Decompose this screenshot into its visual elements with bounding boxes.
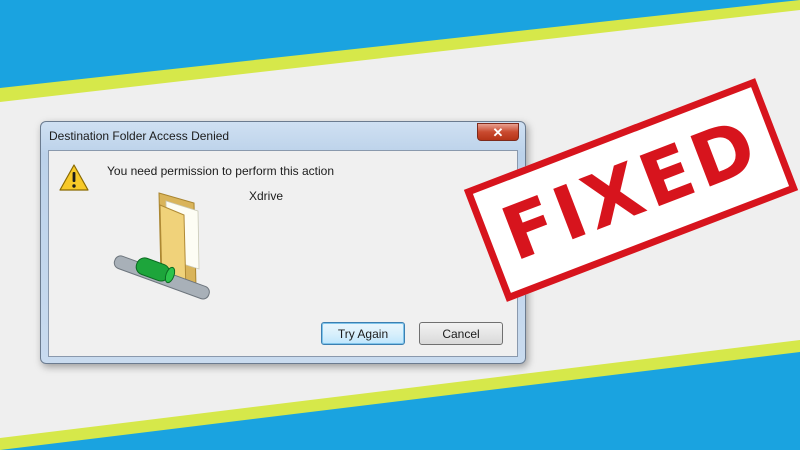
item-name: Xdrive bbox=[249, 189, 284, 203]
try-again-button[interactable]: Try Again bbox=[321, 322, 405, 345]
permission-message: You need permission to perform this acti… bbox=[107, 164, 335, 178]
folder-network-icon bbox=[113, 192, 210, 300]
dialog-title: Destination Folder Access Denied bbox=[49, 129, 230, 143]
dialog-titlebar: Destination Folder Access Denied ✕ bbox=[41, 122, 525, 150]
close-icon: ✕ bbox=[492, 124, 504, 140]
warning-icon bbox=[59, 164, 89, 191]
cancel-button[interactable]: Cancel bbox=[419, 322, 503, 345]
access-denied-dialog: Destination Folder Access Denied ✕ You n… bbox=[40, 121, 526, 364]
dialog-body: You need permission to perform this acti… bbox=[48, 150, 518, 357]
close-button[interactable]: ✕ bbox=[477, 123, 519, 141]
